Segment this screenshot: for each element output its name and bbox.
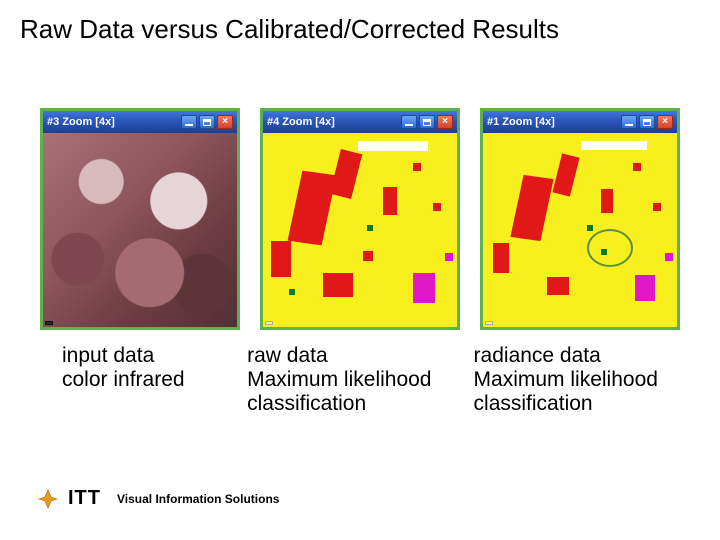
image-viewport[interactable] (263, 133, 457, 327)
window-frame: #4 Zoom [4x] × (260, 108, 460, 330)
maximize-icon[interactable] (199, 115, 215, 129)
image-viewport[interactable] (43, 133, 237, 327)
close-icon[interactable]: × (657, 115, 673, 129)
window-titlebar: #4 Zoom [4x] × (263, 111, 457, 133)
cursor-coords-readout (45, 321, 53, 325)
close-icon[interactable]: × (217, 115, 233, 129)
panel-row: #3 Zoom [4x] × #4 Zoom [4x] × (40, 108, 680, 330)
annotation-circle (587, 229, 633, 267)
minimize-icon[interactable] (181, 115, 197, 129)
caption-radiance: radiance dataMaximum likelihoodclassific… (474, 344, 700, 416)
cursor-coords-readout (265, 321, 273, 325)
caption-raw: raw dataMaximum likelihoodclassification (247, 344, 473, 416)
panel-input-cir: #3 Zoom [4x] × (40, 108, 240, 330)
slide-title: Raw Data versus Calibrated/Corrected Res… (20, 14, 559, 45)
maximize-icon[interactable] (419, 115, 435, 129)
window-frame: #1 Zoom [4x] × (480, 108, 680, 330)
caption-input: input datacolor infrared (40, 344, 247, 416)
brand-logo-icon (38, 489, 58, 509)
minimize-icon[interactable] (401, 115, 417, 129)
maximize-icon[interactable] (639, 115, 655, 129)
window-frame: #3 Zoom [4x] × (40, 108, 240, 330)
minimize-icon[interactable] (621, 115, 637, 129)
footer: ITT Visual Information Solutions (38, 487, 279, 510)
panel-raw-classification: #4 Zoom [4x] × (260, 108, 460, 330)
window-title-text: #4 Zoom [4x] (267, 116, 399, 128)
caption-row: input datacolor infrared raw dataMaximum… (40, 344, 700, 416)
brand-tagline: Visual Information Solutions (117, 492, 279, 506)
window-titlebar: #3 Zoom [4x] × (43, 111, 237, 133)
panel-radiance-classification: #1 Zoom [4x] × (480, 108, 680, 330)
window-title-text: #3 Zoom [4x] (47, 116, 179, 128)
close-icon[interactable]: × (437, 115, 453, 129)
window-titlebar: #1 Zoom [4x] × (483, 111, 677, 133)
brand-name: ITT (68, 487, 101, 510)
cursor-coords-readout (485, 321, 493, 325)
image-viewport[interactable] (483, 133, 677, 327)
window-title-text: #1 Zoom [4x] (487, 116, 619, 128)
